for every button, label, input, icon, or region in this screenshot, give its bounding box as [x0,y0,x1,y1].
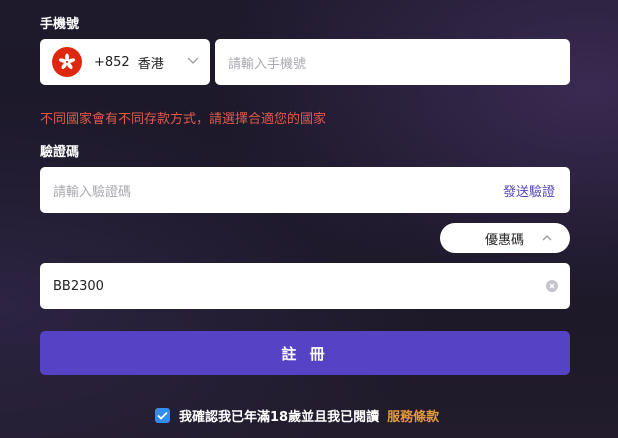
agreement-row: 我確認我已年滿18歲並且我已閱讀 服務條款 [155,406,439,425]
promo-toggle-button[interactable]: 優惠碼 [440,223,570,253]
country-selector[interactable]: +852 香港 [40,39,210,85]
terms-link[interactable]: 服務條款 [387,406,439,425]
check-icon[interactable] [155,408,170,423]
send-code-button[interactable]: 發送驗證 [503,181,555,200]
country-warning: 不同國家會有不同存款方式，請選擇合適您的國家 [40,112,327,127]
country-name: 香港 [137,56,164,72]
promo-toggle-label: 優惠碼 [485,232,525,248]
verification-label: 驗證碼 [40,145,80,160]
phone-label: 手機號 [40,17,80,32]
promo-value: BB2300 [53,278,104,294]
register-button[interactable]: 註 冊 [40,331,570,375]
verification-placeholder: 請輸入驗證碼 [53,184,132,200]
promo-input[interactable]: BB2300 [40,263,570,309]
phone-input[interactable]: 請輸入手機號 [215,39,570,85]
agreement-text: 我確認我已年滿18歲並且我已閱讀 [179,410,380,425]
chevron-down-icon[interactable] [186,53,200,72]
country-code: +852 [94,54,130,70]
verification-input[interactable]: 請輸入驗證碼 發送驗證 [40,167,570,213]
chevron-up-icon [542,235,552,241]
hong-kong-flag-icon [52,47,82,77]
clear-icon[interactable] [546,280,558,292]
phone-placeholder: 請輸入手機號 [228,56,307,72]
